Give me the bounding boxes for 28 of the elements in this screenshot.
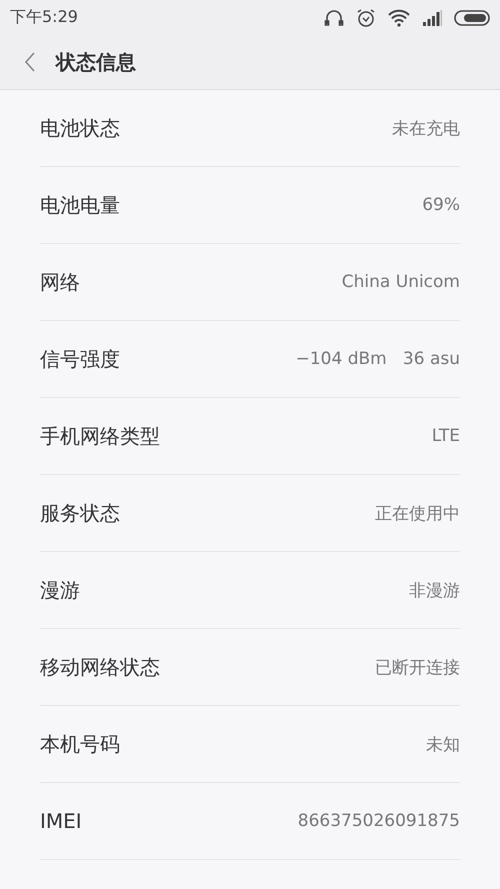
signal-icon: [422, 10, 442, 26]
row-value: 866375026091875: [298, 811, 460, 831]
row-value: China Unicom: [342, 272, 460, 292]
row-label: 信号强度: [40, 346, 120, 372]
wifi-icon: [388, 8, 410, 26]
row-label: 手机网络类型: [40, 422, 160, 450]
row-label: 服务状态: [40, 500, 120, 526]
row-label: 本机号码: [40, 730, 120, 758]
row-label: 网络: [40, 268, 80, 296]
row-value: LTE: [432, 426, 460, 446]
status-time: 下午5:29: [10, 7, 78, 28]
row-value: 未在充电: [392, 118, 460, 140]
page-title: 状态信息: [56, 48, 136, 76]
row-label: IMEI: [40, 809, 82, 833]
row-value: 未知: [426, 734, 460, 756]
headphones-icon: [324, 8, 344, 28]
row-label: 电池电量: [40, 192, 120, 218]
row-label: 移动网络状态: [40, 654, 160, 680]
row-label: 漫游: [40, 576, 80, 604]
battery-icon: [454, 10, 490, 26]
row-value: 正在使用中: [375, 502, 460, 524]
alarm-icon: [356, 8, 376, 28]
back-icon[interactable]: [24, 51, 36, 73]
row-value: 69%: [422, 195, 460, 215]
row-label: 电池状态: [40, 114, 120, 142]
row-value: 已断开连接: [375, 656, 460, 678]
row-value: −104 dBm 36 asu: [296, 349, 460, 369]
row-value: 非漫游: [409, 580, 460, 602]
